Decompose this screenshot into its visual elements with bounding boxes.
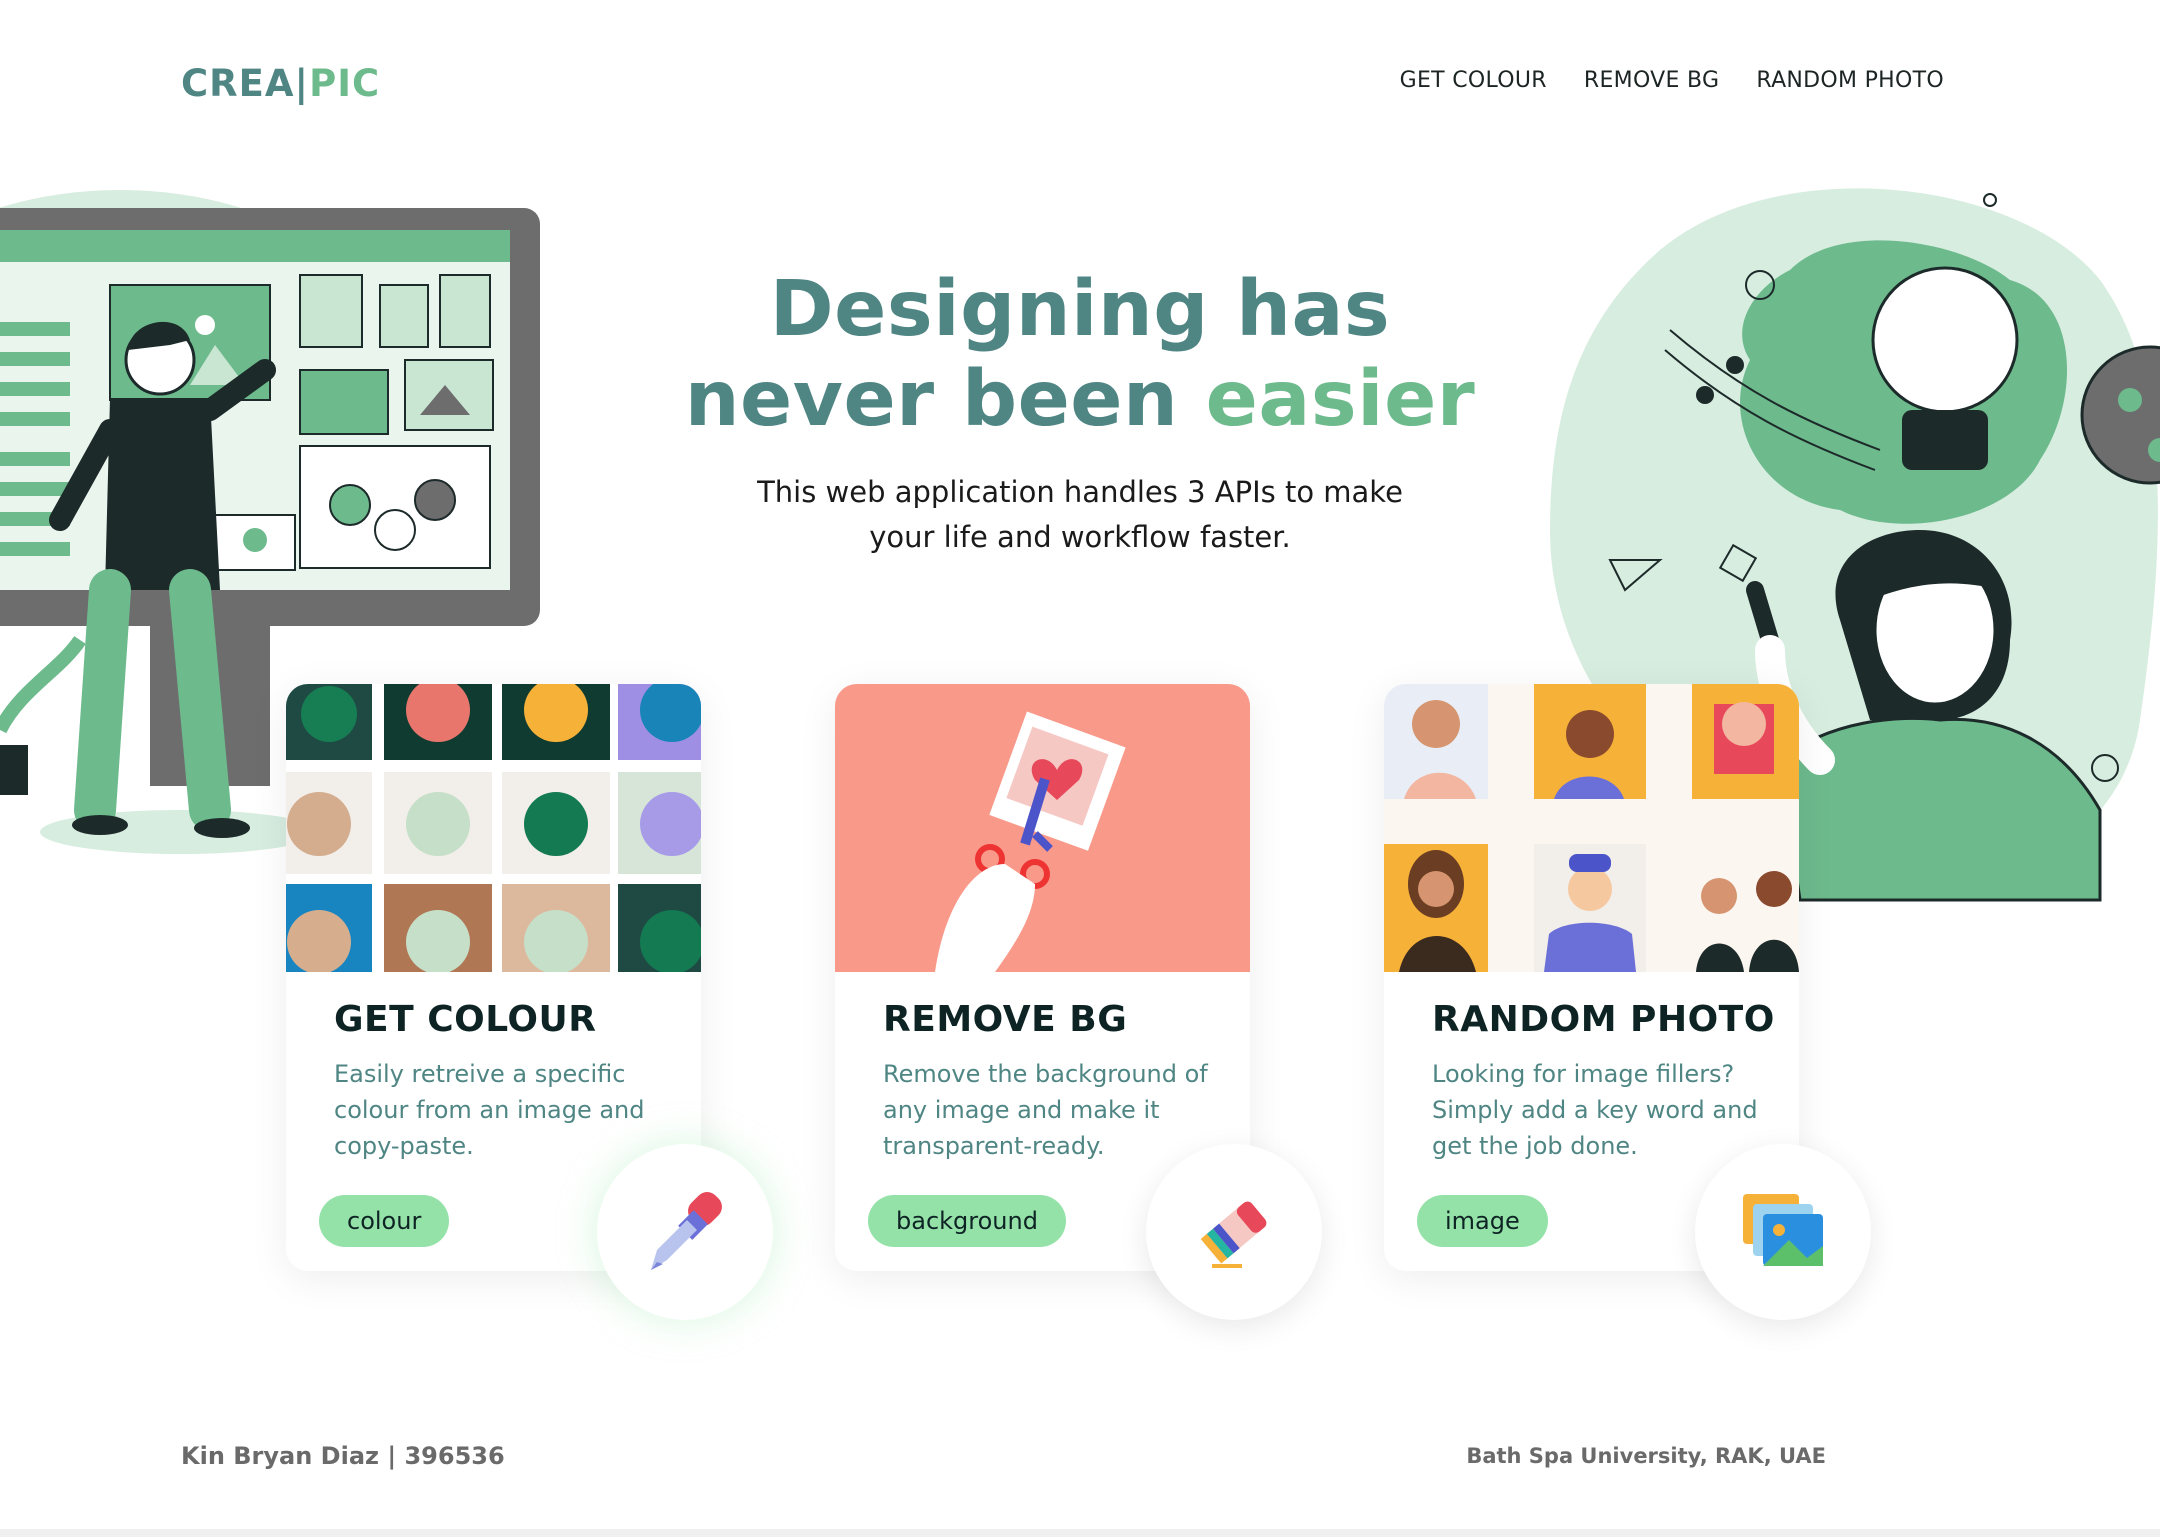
card-description: Looking for image fillers? Simply add a … (1432, 1060, 1758, 1160)
nav-get-colour[interactable]: GET COLOUR (1400, 68, 1547, 93)
brand-logo[interactable]: CREA|PIC (181, 62, 380, 105)
card-remove-bg[interactable]: REMOVE BG Remove the background of any i… (835, 684, 1322, 1320)
card-description: Remove the background of any image and m… (883, 1060, 1208, 1160)
page-bottom-divider (0, 1529, 2160, 1537)
tag-background[interactable]: background (868, 1195, 1066, 1247)
card-title: REMOVE BG (883, 999, 1128, 1040)
portrait-gallery (1384, 684, 1799, 972)
eyedropper-icon (651, 1192, 722, 1270)
hero-title-line2: never been (684, 355, 1206, 444)
nav-remove-bg[interactable]: REMOVE BG (1584, 68, 1720, 93)
hero-title: Designing has never been easier (650, 265, 1510, 445)
random-photo-action-button[interactable] (1695, 1144, 1871, 1320)
card-get-colour[interactable]: GET COLOUR Easily retreive a specific co… (286, 684, 773, 1320)
brand-logo-part1: CREA| (181, 62, 310, 105)
hero-subtitle: This web application handles 3 APIs to m… (757, 475, 1403, 554)
nav-random-photo[interactable]: RANDOM PHOTO (1756, 68, 1944, 93)
images-icon (1743, 1194, 1823, 1266)
tag-image[interactable]: image (1417, 1195, 1548, 1247)
eraser-icon (1200, 1201, 1267, 1268)
card-random-photo[interactable]: RANDOM PHOTO Looking for image fillers? … (1384, 684, 1871, 1320)
card-title: GET COLOUR (334, 999, 597, 1040)
hero-title-line1: Designing has (769, 265, 1391, 354)
hero-title-accent: easier (1205, 355, 1476, 444)
footer-author: Kin Bryan Diaz | 396536 (181, 1442, 505, 1470)
remove-bg-illustration (835, 684, 1250, 972)
get-colour-action-button[interactable] (597, 1144, 773, 1320)
card-description: Easily retreive a specific colour from a… (334, 1060, 645, 1160)
remove-bg-action-button[interactable] (1146, 1144, 1322, 1320)
colour-swatch-grid (286, 684, 701, 972)
footer-institution: Bath Spa University, RAK, UAE (1466, 1444, 1826, 1468)
main-nav: GET COLOUR REMOVE BG RANDOM PHOTO (1400, 68, 1944, 93)
tag-colour[interactable]: colour (319, 1195, 450, 1247)
brand-logo-part2: PIC (309, 62, 381, 105)
card-title: RANDOM PHOTO (1432, 999, 1775, 1040)
